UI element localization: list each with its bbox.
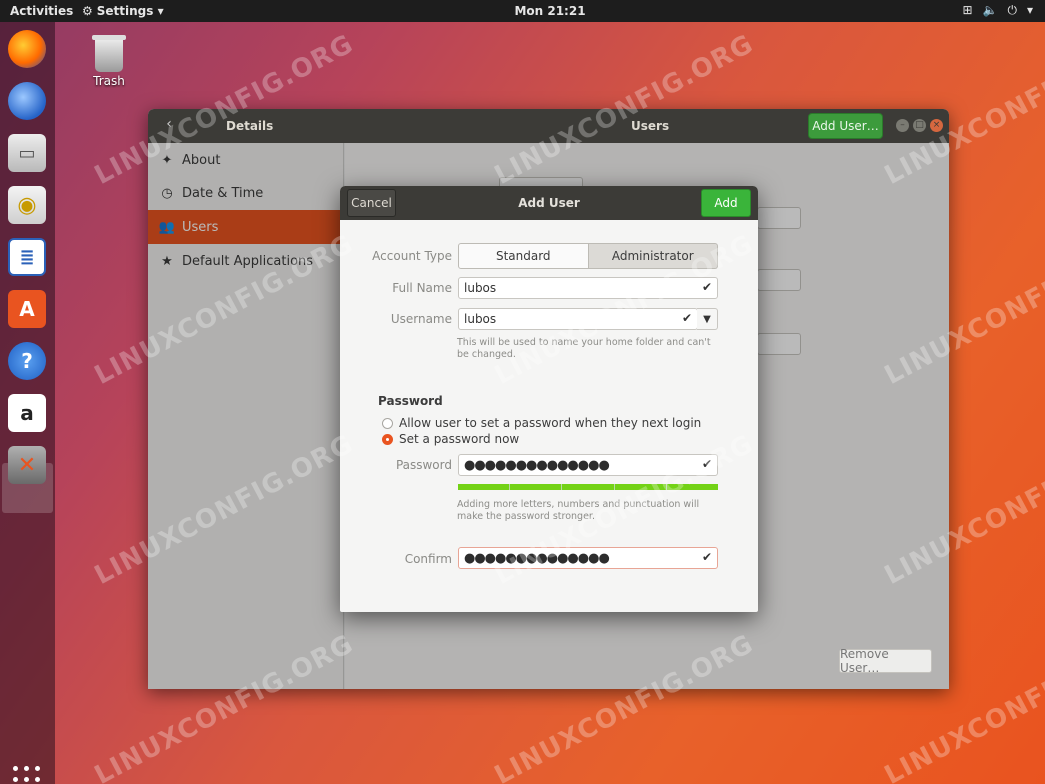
radio-on-icon bbox=[382, 433, 393, 445]
confirm-password-field[interactable]: ●●●●●●●●●●●●●● ✔ bbox=[458, 547, 718, 569]
strength-segment bbox=[510, 484, 562, 490]
password-section-title: Password bbox=[378, 394, 443, 408]
chevron-down-icon: ▾ bbox=[1026, 3, 1033, 17]
sidebar-title: Details bbox=[226, 119, 274, 133]
strength-segment bbox=[562, 484, 614, 490]
username-field[interactable]: lubos ✔ bbox=[458, 308, 698, 330]
software-center-icon[interactable]: A bbox=[8, 290, 46, 328]
full-name-field[interactable]: lubos ✔ bbox=[458, 277, 718, 299]
power-icon: ⏻ bbox=[1007, 3, 1017, 17]
maximize-icon[interactable]: □ bbox=[913, 119, 926, 132]
full-name-value: lubos bbox=[464, 281, 497, 295]
dialog-title: Add User bbox=[518, 196, 580, 210]
strength-segment bbox=[614, 484, 666, 490]
close-icon[interactable]: × bbox=[930, 119, 943, 132]
writer-icon[interactable]: ≣ bbox=[8, 238, 46, 276]
window-title: Users bbox=[631, 119, 670, 133]
clock[interactable]: Mon 21:21 bbox=[0, 4, 1045, 18]
dialog-header: Cancel Add User Add bbox=[340, 186, 758, 220]
strength-segment bbox=[458, 484, 510, 490]
window-titlebar: ‹ Details Users Add User… – □ × bbox=[148, 109, 949, 143]
full-name-label: Full Name bbox=[392, 281, 452, 295]
network-icon: ⊞ bbox=[962, 3, 973, 17]
username-hint: This will be used to name your home fold… bbox=[457, 337, 711, 360]
thunderbird-icon[interactable] bbox=[8, 82, 46, 120]
settings-icon[interactable]: ✕ bbox=[8, 446, 46, 484]
username-dropdown-icon[interactable]: ▼ bbox=[697, 308, 718, 330]
password-field[interactable]: ●●●●●●●●●●●●●● ✔ bbox=[458, 454, 718, 476]
add-user-dialog: Cancel Add User Add Account Type Standar… bbox=[340, 186, 758, 612]
back-arrow-icon[interactable]: ‹ bbox=[158, 116, 180, 136]
check-icon: ✔ bbox=[681, 311, 692, 325]
account-type-standard[interactable]: Standard bbox=[458, 243, 589, 269]
username-value: lubos bbox=[464, 312, 497, 326]
radio-label: Allow user to set a password when they n… bbox=[399, 416, 702, 430]
minimize-icon[interactable]: – bbox=[896, 119, 909, 132]
dock: ▭ ◉ ≣ A ? a ✕ bbox=[0, 22, 55, 784]
radio-off-icon bbox=[382, 417, 393, 429]
trash-desktop-icon[interactable]: Trash bbox=[88, 35, 130, 88]
add-button[interactable]: Add bbox=[701, 189, 751, 217]
help-icon[interactable]: ? bbox=[8, 342, 46, 380]
add-user-button[interactable]: Add User… bbox=[808, 113, 883, 139]
rhythmbox-icon[interactable]: ◉ bbox=[8, 186, 46, 224]
check-icon: ✔ bbox=[701, 550, 712, 564]
account-type-label: Account Type bbox=[372, 249, 452, 263]
amazon-icon[interactable]: a bbox=[8, 394, 46, 432]
volume-icon: 🔈 bbox=[982, 3, 998, 17]
account-type-toggle: Standard Administrator bbox=[458, 243, 718, 269]
password-label: Password bbox=[395, 458, 452, 472]
radio-password-next-login[interactable]: Allow user to set a password when they n… bbox=[382, 416, 701, 430]
top-bar: Activities ⚙ Settings ▾ Mon 21:21 ⊞ 🔈 ⏻ ▾ bbox=[0, 0, 1045, 22]
password-value: ●●●●●●●●●●●●●● bbox=[464, 457, 610, 473]
trash-icon bbox=[92, 35, 126, 72]
username-label: Username bbox=[390, 312, 452, 326]
remove-user-button[interactable]: Remove User… bbox=[839, 647, 932, 675]
firefox-icon[interactable] bbox=[8, 30, 46, 68]
show-applications-icon[interactable] bbox=[13, 766, 41, 784]
trash-label: Trash bbox=[93, 74, 125, 88]
check-icon: ✔ bbox=[701, 457, 712, 471]
confirm-value: ●●●●●●●●●●●●●● bbox=[464, 550, 610, 566]
files-icon[interactable]: ▭ bbox=[8, 134, 46, 172]
confirm-label: Confirm bbox=[404, 552, 452, 566]
radio-set-password-now[interactable]: Set a password now bbox=[382, 432, 519, 446]
account-type-administrator[interactable]: Administrator bbox=[588, 243, 718, 269]
system-tray[interactable]: ⊞ 🔈 ⏻ ▾ bbox=[952, 3, 1033, 18]
check-icon: ✔ bbox=[701, 280, 712, 294]
password-hint: Adding more letters, numbers and punctua… bbox=[457, 499, 700, 522]
strength-segment bbox=[666, 484, 719, 490]
radio-label: Set a password now bbox=[399, 432, 520, 446]
password-strength-meter bbox=[458, 484, 719, 490]
